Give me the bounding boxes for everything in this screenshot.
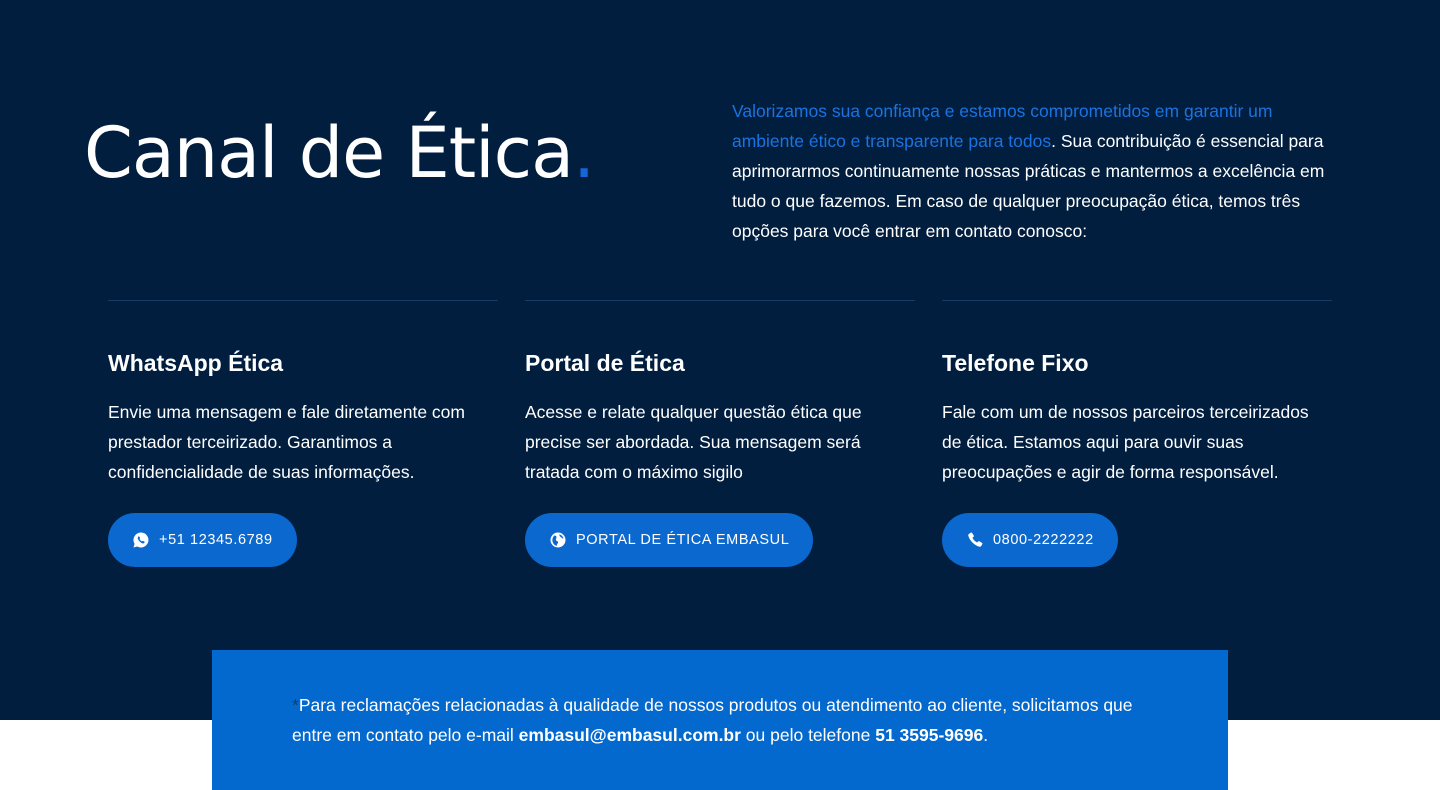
channel-title: Portal de Ética (525, 350, 685, 376)
whatsapp-button[interactable]: +51 12345.6789 (108, 513, 297, 567)
portal-button[interactable]: PORTAL DE ÉTICA EMBASUL (525, 513, 814, 567)
channel-phone: Telefone Fixo Fale com um de nossos parc… (942, 300, 1332, 567)
ethics-hero-section: Canal de Ética. Valorizamos sua confianç… (0, 0, 1440, 720)
intro-paragraph: Valorizamos sua confiança e estamos comp… (732, 96, 1342, 246)
phone-button-label: 0800-2222222 (993, 532, 1094, 548)
divider (942, 300, 1332, 301)
phone-icon (966, 531, 984, 549)
notice-asterisk: * (292, 695, 299, 715)
notice-text: *Para reclamações relacionadas à qualida… (292, 690, 1172, 750)
notice-email-link[interactable]: embasul@embasul.com.br (519, 725, 741, 745)
channel-whatsapp: WhatsApp Ética Envie uma mensagem e fale… (108, 300, 498, 567)
channel-description: Fale com um de nossos parceiros terceiri… (942, 402, 1309, 482)
notice-text-end: . (983, 725, 989, 745)
channel-description: Envie uma mensagem e fale diretamente co… (108, 402, 465, 482)
channel-portal: Portal de Ética Acesse e relate qualquer… (525, 300, 915, 567)
channel-title: WhatsApp Ética (108, 350, 284, 376)
divider (108, 300, 498, 301)
whatsapp-icon (132, 531, 150, 549)
phone-button[interactable]: 0800-2222222 (942, 513, 1118, 567)
page-title: Canal de Ética. (84, 108, 595, 198)
channel-title: Telefone Fixo (942, 350, 1089, 376)
channel-description: Acesse e relate qualquer questão ética q… (525, 402, 862, 482)
globe-icon (549, 531, 567, 549)
portal-button-label: PORTAL DE ÉTICA EMBASUL (576, 532, 790, 548)
customer-service-notice: *Para reclamações relacionadas à qualida… (212, 650, 1228, 790)
notice-text-middle: ou pelo telefone (740, 725, 876, 745)
notice-phone-link[interactable]: 51 3595-9696 (875, 725, 983, 745)
title-accent-dot: . (573, 112, 595, 194)
page-title-text: Canal de Ética (84, 112, 574, 194)
whatsapp-button-label: +51 12345.6789 (159, 532, 273, 548)
divider (525, 300, 915, 301)
